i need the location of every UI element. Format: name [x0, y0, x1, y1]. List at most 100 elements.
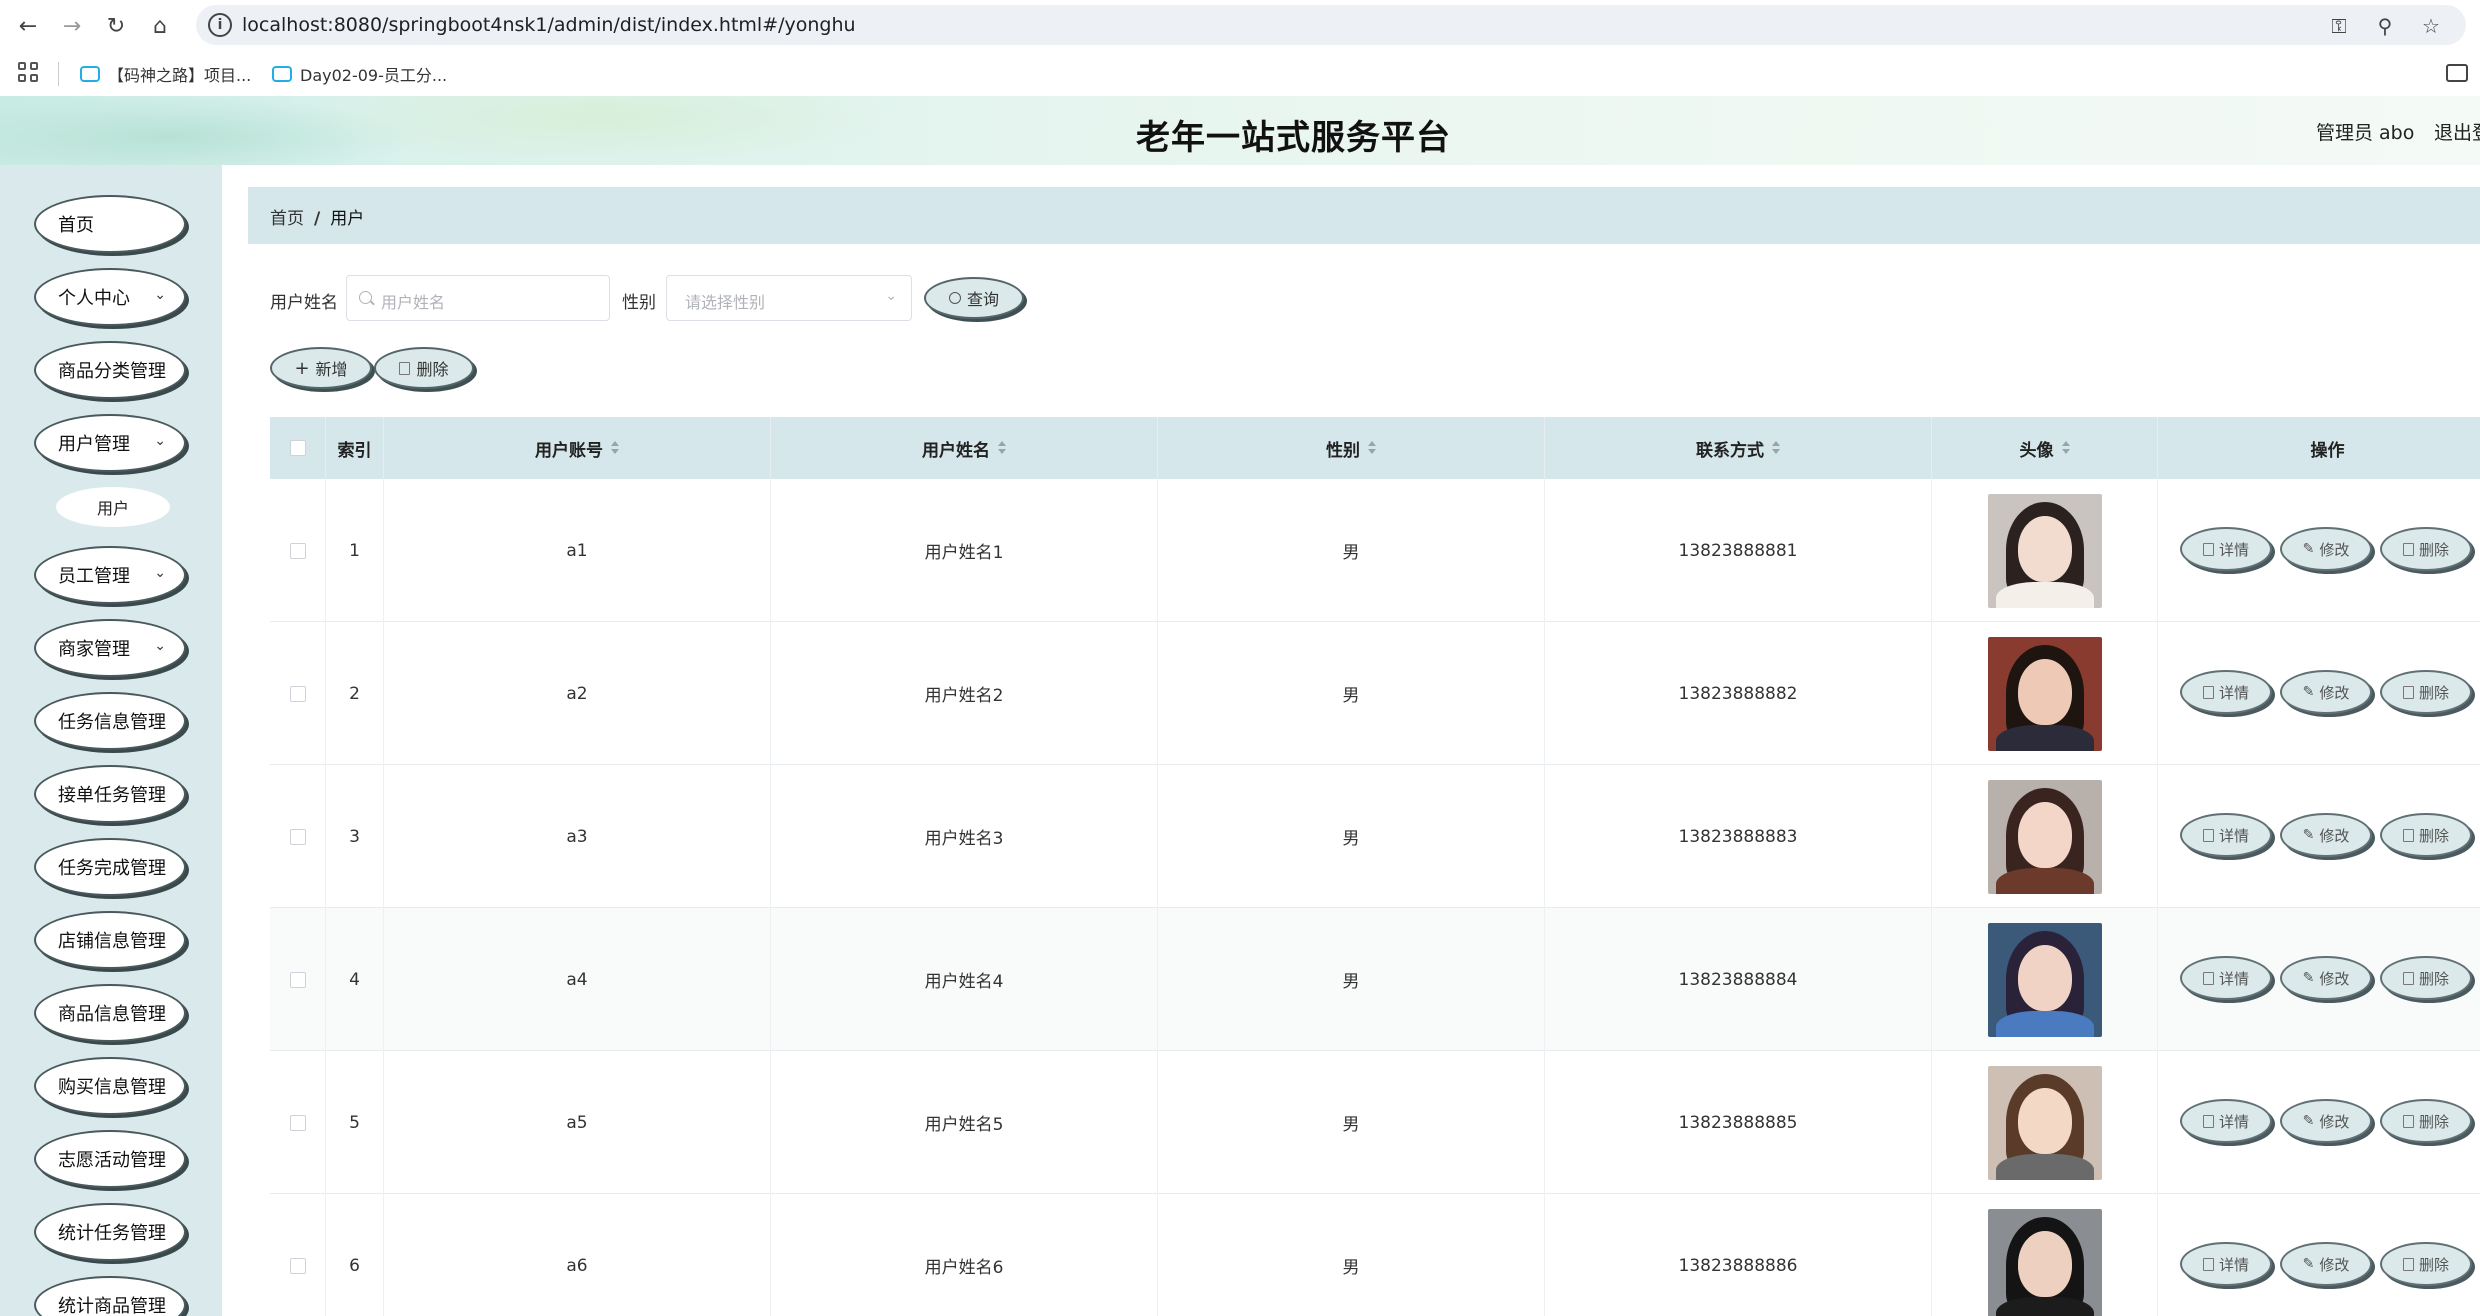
sidebar-item-shop-info[interactable]: 店铺信息管理 [34, 911, 186, 969]
sidebar-item-label: 首页 [58, 215, 94, 236]
edit-button[interactable]: ✎ 修改 [2280, 1099, 2372, 1143]
sidebar-subitem-user[interactable]: 用户 [56, 487, 170, 527]
add-button[interactable]: + 新增 [270, 347, 372, 389]
url-text[interactable]: localhost:8080/springboot4nsk1/admin/dis… [242, 14, 856, 36]
row-checkbox[interactable] [289, 685, 306, 702]
row-checkbox[interactable] [289, 542, 306, 559]
detail-button-label: 详情 [2218, 683, 2249, 702]
delete-button[interactable]: 删除 [2380, 527, 2472, 571]
avatar-image[interactable] [1987, 922, 2102, 1037]
star-icon[interactable]: ☆ [2418, 13, 2444, 39]
delete-button[interactable]: 删除 [2380, 1242, 2472, 1286]
cell-index: 5 [326, 1051, 384, 1194]
edit-button[interactable]: ✎ 修改 [2280, 956, 2372, 1000]
sidebar-item-staff[interactable]: 员工管理 ⌄ [34, 546, 186, 604]
detail-button-label: 详情 [2218, 1112, 2249, 1131]
header-name[interactable]: 用户姓名 [771, 417, 1158, 479]
bookmark-item[interactable]: 【码神之路】项目... [80, 62, 251, 86]
gender-select[interactable]: 请选择性别 ⌄ [666, 275, 912, 321]
home-icon[interactable]: ⌂ [144, 10, 176, 42]
sort-icon[interactable] [2061, 441, 2070, 455]
avatar-image[interactable] [1987, 636, 2102, 751]
sort-icon[interactable] [1772, 441, 1780, 455]
header-avatar[interactable]: 头像 [1932, 417, 2158, 479]
header-account[interactable]: 用户账号 [384, 417, 771, 479]
sort-icon[interactable] [1368, 441, 1376, 455]
header-avatar-label: 头像 [2019, 440, 2054, 461]
sidebar-item-stats-product[interactable]: 统计商品管理 [34, 1276, 186, 1316]
sidebar-item-merchant[interactable]: 商家管理 ⌄ [34, 619, 186, 677]
edit-button[interactable]: ✎ 修改 [2280, 670, 2372, 714]
breadcrumb-current: 用户 [330, 209, 365, 229]
bilibili-icon [80, 66, 100, 82]
apps-grid-icon[interactable] [18, 62, 40, 84]
breadcrumb-home[interactable]: 首页 [270, 209, 304, 229]
sort-icon[interactable] [998, 441, 1006, 455]
address-bar[interactable]: i localhost:8080/springboot4nsk1/admin/d… [196, 5, 2466, 45]
avatar-image[interactable] [1987, 779, 2102, 894]
document-icon [2202, 971, 2214, 985]
avatar-image[interactable] [1987, 1065, 2102, 1180]
sidebar-item-task-complete[interactable]: 任务完成管理 [34, 838, 186, 896]
header-account-label: 用户账号 [535, 440, 603, 461]
batch-delete-button[interactable]: 删除 [374, 347, 474, 389]
sidebar-item-volunteer[interactable]: 志愿活动管理 [34, 1130, 186, 1188]
avatar-image[interactable] [1987, 1208, 2102, 1316]
select-all-checkbox[interactable] [289, 440, 306, 456]
avatar-face [2017, 1087, 2072, 1154]
avatar-face [2017, 658, 2072, 725]
edit-button[interactable]: ✎ 修改 [2280, 527, 2372, 571]
reload-icon[interactable]: ↻ [100, 10, 132, 42]
delete-button[interactable]: 删除 [2380, 670, 2472, 714]
delete-button[interactable]: 删除 [2380, 956, 2472, 1000]
cell-account: a4 [384, 908, 771, 1051]
edit-button[interactable]: ✎ 修改 [2280, 813, 2372, 857]
cell-gender: 男 [1158, 765, 1545, 908]
detail-button[interactable]: 详情 [2180, 813, 2272, 857]
delete-button[interactable]: 删除 [2380, 813, 2472, 857]
site-info-icon[interactable]: i [208, 13, 232, 37]
sidebar-item-task-accept[interactable]: 接单任务管理 [34, 765, 186, 823]
sidebar-item-task-info[interactable]: 任务信息管理 [34, 692, 186, 750]
header-phone[interactable]: 联系方式 [1545, 417, 1932, 479]
cell-phone: 13823888883 [1545, 765, 1932, 908]
delete-button[interactable]: 删除 [2380, 1099, 2472, 1143]
sidebar-item-purchase-info[interactable]: 购买信息管理 [34, 1057, 186, 1115]
edit-button[interactable]: ✎ 修改 [2280, 1242, 2372, 1286]
query-button[interactable]: 查询 [924, 277, 1024, 319]
detail-button[interactable]: 详情 [2180, 527, 2272, 571]
sidebar-item-stats-task[interactable]: 统计任务管理 [34, 1203, 186, 1261]
zoom-icon[interactable]: ⚲ [2372, 13, 2398, 39]
cell-account: a5 [384, 1051, 771, 1194]
sidebar-item-users[interactable]: 用户管理 ⌄ [34, 414, 186, 472]
detail-button[interactable]: 详情 [2180, 1099, 2272, 1143]
edit-button-label: 修改 [2319, 1112, 2350, 1131]
sidebar-item-product-info[interactable]: 商品信息管理 [34, 984, 186, 1042]
detail-button[interactable]: 详情 [2180, 670, 2272, 714]
password-key-icon[interactable]: ⚿ [2326, 13, 2352, 39]
logout-link[interactable]: 退出登 [2434, 118, 2480, 145]
row-checkbox[interactable] [289, 1257, 306, 1274]
sidebar-item-label: 统计商品管理 [58, 1296, 166, 1316]
bookmark-item[interactable]: Day02-09-员工分... [272, 62, 447, 86]
sidebar-item-home[interactable]: 首页 [34, 195, 186, 253]
name-search-input[interactable]: 用户姓名 [346, 275, 610, 321]
edit-button-label: 修改 [2319, 683, 2350, 702]
sort-icon[interactable] [611, 441, 619, 455]
row-checkbox[interactable] [289, 1114, 306, 1131]
edit-button-label: 修改 [2319, 1255, 2350, 1274]
sidebar-item-profile[interactable]: 个人中心 ⌄ [34, 268, 186, 326]
sidebar-item-category[interactable]: 商品分类管理 [34, 341, 186, 399]
avatar-image[interactable] [1987, 493, 2102, 608]
detail-button[interactable]: 详情 [2180, 956, 2272, 1000]
cell-phone: 13823888884 [1545, 908, 1932, 1051]
pencil-icon: ✎ [2302, 1256, 2315, 1272]
header-gender[interactable]: 性别 [1158, 417, 1545, 479]
folder-icon[interactable] [2446, 64, 2468, 82]
row-checkbox[interactable] [289, 828, 306, 845]
row-checkbox[interactable] [289, 971, 306, 988]
back-icon[interactable]: ← [12, 10, 44, 42]
query-button-label: 查询 [966, 290, 999, 309]
forward-icon[interactable]: → [56, 10, 88, 42]
detail-button[interactable]: 详情 [2180, 1242, 2272, 1286]
